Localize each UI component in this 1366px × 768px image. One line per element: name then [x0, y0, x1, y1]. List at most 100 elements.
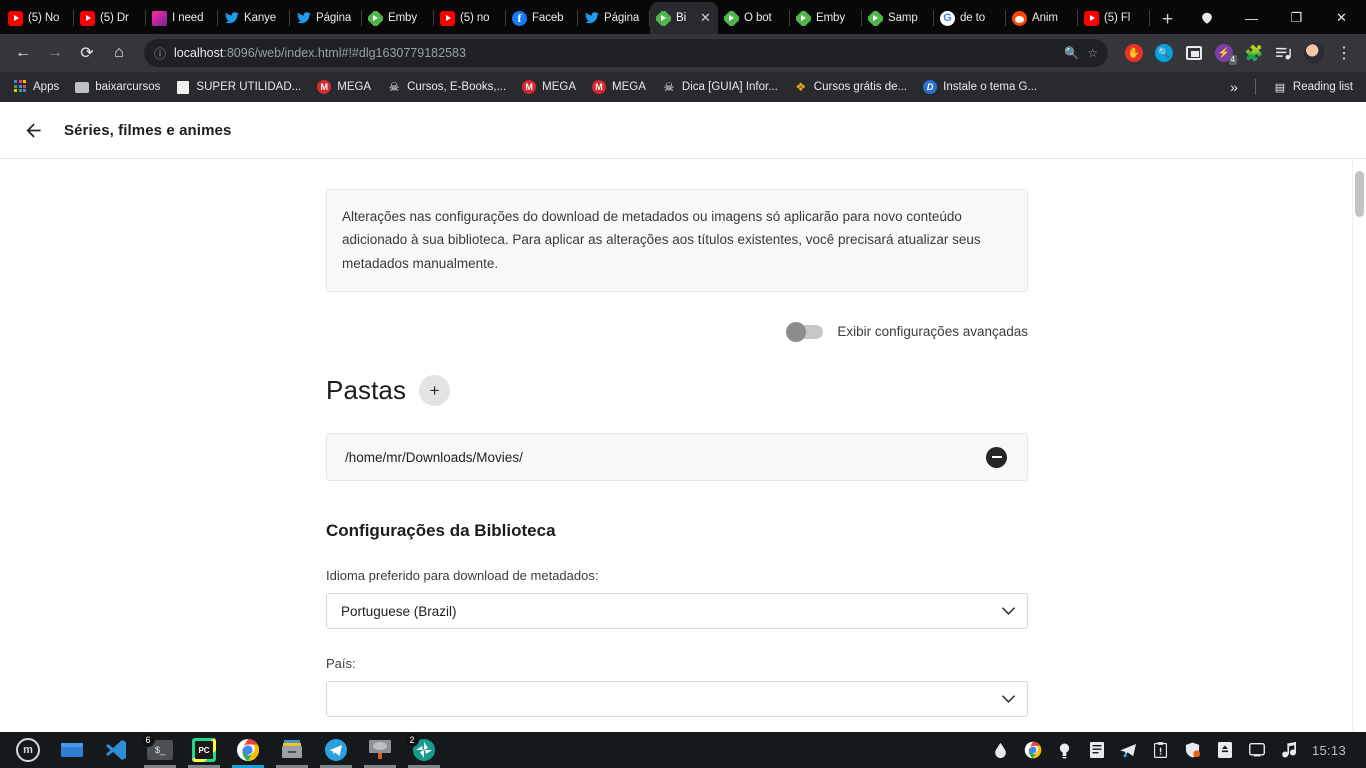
linux-mint-menu-icon[interactable]: m — [6, 732, 50, 768]
pycharm-icon[interactable]: PC — [182, 732, 226, 768]
close-tab-icon[interactable]: ✕ — [699, 10, 712, 26]
search-extension-icon[interactable]: 🔍 — [1150, 39, 1178, 67]
droplet-icon[interactable] — [986, 732, 1016, 768]
tab-title: Anim — [1032, 12, 1058, 24]
forward-button[interactable]: → — [40, 38, 70, 68]
bookmark-item[interactable]: SUPER UTILIDAD... — [169, 77, 308, 97]
folder-list-item[interactable]: /home/mr/Downloads/Movies/ — [326, 433, 1028, 482]
back-button[interactable]: ← — [8, 38, 38, 68]
browser-tab[interactable]: I need — [146, 2, 218, 34]
home-button[interactable]: ⌂ — [104, 38, 134, 68]
folder-icon — [75, 80, 90, 94]
profile-dropdown-button[interactable] — [1184, 2, 1229, 34]
bookmarks-overflow-button[interactable]: » — [1223, 76, 1245, 98]
settings-scroll-area: Alterações nas configurações do download… — [0, 158, 1366, 732]
bookmark-star-icon[interactable]: ☆ — [1087, 46, 1098, 60]
tab-title: (5) No — [28, 12, 60, 24]
shotcut-icon[interactable]: 2 — [402, 732, 446, 768]
metadata-language-value: Portuguese (Brazil) — [341, 603, 457, 619]
reload-button[interactable]: ⟳ — [72, 38, 102, 68]
browser-tab[interactable]: Gde to — [934, 2, 1006, 34]
extension-toolbar: ✋ 🔍 ⚡ 4 🧩 ⋮ — [1118, 39, 1358, 67]
chrome-tray-icon[interactable] — [1018, 732, 1048, 768]
bookmark-item[interactable]: baixarcursos — [68, 77, 167, 97]
browser-tab[interactable]: O bot — [718, 2, 790, 34]
picture-in-picture-icon[interactable] — [1180, 39, 1208, 67]
tab-title: de to — [960, 12, 986, 24]
browser-tab[interactable]: Página — [290, 2, 362, 34]
display-icon[interactable] — [1242, 732, 1272, 768]
shotcut-badge-count: 2 — [405, 733, 419, 747]
notes-icon[interactable] — [1082, 732, 1112, 768]
bookmark-item[interactable]: M MEGA — [310, 77, 378, 97]
telegram-tray-icon[interactable] — [1114, 732, 1144, 768]
document-icon — [176, 80, 190, 94]
browser-tab[interactable]: Emby — [790, 2, 862, 34]
bookmark-item[interactable]: ☠ Dica [GUIA] Infor... — [655, 77, 785, 97]
address-bar[interactable]: ⓘ localhost:8096/web/index.html#!#dlg163… — [144, 39, 1108, 67]
ublock-origin-icon[interactable]: ✋ — [1120, 39, 1148, 67]
close-window-button[interactable]: ✕ — [1319, 2, 1364, 34]
browser-tab[interactable]: f Faceb — [506, 2, 578, 34]
browser-tab[interactable]: (5) no — [434, 2, 506, 34]
music-note-icon[interactable] — [1274, 732, 1304, 768]
extension-badge-count: 4 — [1228, 55, 1237, 65]
browser-tab[interactable]: (5) Fl — [1078, 2, 1150, 34]
site-info-icon[interactable]: ⓘ — [154, 45, 166, 62]
bookmark-item[interactable]: M MEGA — [515, 77, 583, 97]
bookmark-item[interactable]: Apps — [6, 77, 66, 97]
browser-tab[interactable]: Emby — [362, 2, 434, 34]
bookmark-item[interactable]: D Instale o tema G... — [916, 77, 1044, 97]
removable-media-icon[interactable] — [1210, 732, 1240, 768]
new-tab-button[interactable]: + — [1162, 10, 1173, 29]
taskbar-clock[interactable]: 15:13 — [1306, 743, 1354, 758]
remove-folder-button[interactable] — [986, 446, 1007, 468]
tab-title: Bi — [676, 12, 687, 24]
file-manager-icon[interactable] — [270, 732, 314, 768]
reading-list-button[interactable]: ▤ Reading list — [1266, 77, 1360, 97]
page-scrollbar[interactable] — [1352, 159, 1366, 732]
browser-tab[interactable]: Anim — [1006, 2, 1078, 34]
maximize-button[interactable]: ❐ — [1274, 2, 1319, 34]
purple-extension-icon[interactable]: ⚡ 4 — [1210, 39, 1238, 67]
avatar[interactable] — [1300, 39, 1328, 67]
advanced-settings-toggle[interactable] — [786, 321, 824, 342]
bulb-icon[interactable] — [1050, 732, 1080, 768]
country-select[interactable] — [326, 681, 1028, 718]
metadata-language-select[interactable]: Portuguese (Brazil) — [326, 593, 1028, 630]
terminal-icon[interactable]: 6 $_ — [138, 732, 182, 768]
add-folder-button[interactable]: + — [419, 375, 451, 407]
browser-tab[interactable]: Kanye — [218, 2, 290, 34]
bookmark-item[interactable]: ❖ Cursos grátis de... — [787, 77, 914, 97]
playlist-music-icon[interactable] — [1270, 39, 1298, 67]
browser-tab-active[interactable]: Bi ✕ — [650, 2, 718, 34]
shield-update-icon[interactable] — [1178, 732, 1208, 768]
telegram-icon[interactable] — [314, 732, 358, 768]
bookmark-item[interactable]: ☠ Cursos, E-Books,... — [380, 77, 513, 97]
vscode-icon[interactable] — [94, 732, 138, 768]
scrollbar-thumb[interactable] — [1355, 171, 1364, 217]
browser-tab[interactable]: (5) Dr — [74, 2, 146, 34]
browser-tab[interactable]: Página — [578, 2, 650, 34]
tab-title: (5) Fl — [1104, 12, 1131, 24]
back-arrow-icon[interactable] — [16, 113, 50, 147]
skull-icon: ☠ — [663, 80, 675, 94]
bookmark-item[interactable]: M MEGA — [585, 77, 653, 97]
browser-window: (5) No (5) Dr I need Kanye Página Emby (5) no f… — [0, 0, 1366, 768]
extensions-puzzle-icon[interactable]: 🧩 — [1240, 39, 1268, 67]
minimize-button[interactable]: — — [1229, 2, 1274, 34]
gimp-icon[interactable] — [358, 732, 402, 768]
tab-title: (5) no — [460, 12, 490, 24]
bookmarks-right-section: » ▤ Reading list — [1223, 76, 1360, 98]
chrome-icon[interactable] — [226, 732, 270, 768]
tab-title: (5) Dr — [100, 12, 129, 24]
browser-tab[interactable]: (5) No — [2, 2, 74, 34]
tab-title: O bot — [744, 12, 772, 24]
bookmark-label: MEGA — [337, 81, 372, 93]
files-icon[interactable] — [50, 732, 94, 768]
zoom-search-icon[interactable]: 🔍 — [1064, 46, 1079, 60]
browser-tab[interactable]: Samp — [862, 2, 934, 34]
chrome-menu-button[interactable]: ⋮ — [1330, 39, 1358, 67]
clipboard-icon[interactable] — [1146, 732, 1176, 768]
reading-list-label: Reading list — [1292, 81, 1353, 93]
